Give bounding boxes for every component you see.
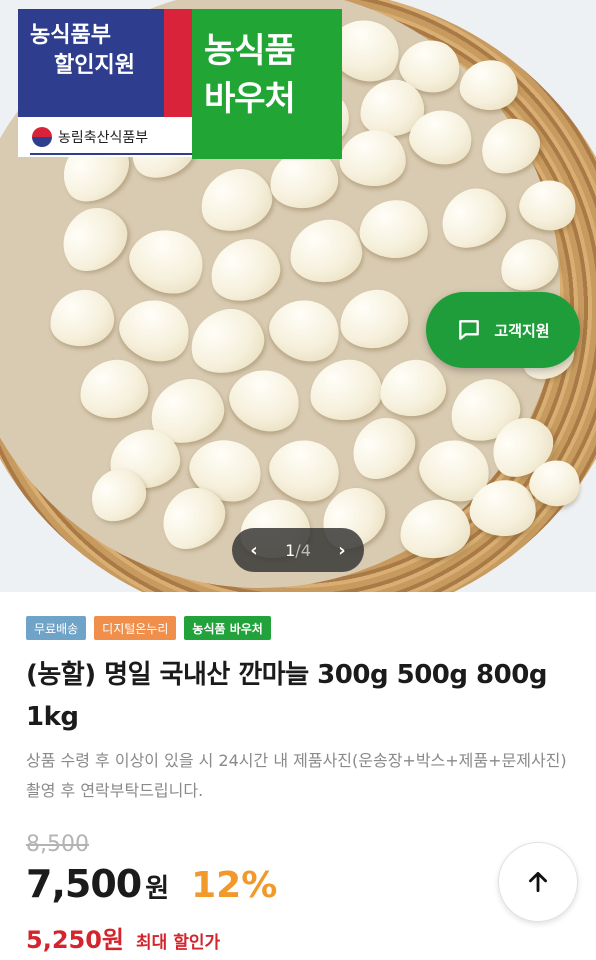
- discount-support-badge: 농식품부 할인지원: [18, 9, 164, 117]
- voucher-badge: 농식품 바우처: [192, 9, 342, 159]
- badge-divider: [164, 9, 192, 117]
- voucher-tag: 농식품 바우처: [184, 616, 271, 640]
- badge-line: 농식품: [204, 31, 296, 71]
- product-image-carousel[interactable]: 농식품부 할인지원 농식품 바우처 농림축산식품부 고객지원 ‹ 1/4 ›: [0, 0, 596, 592]
- discount-rate: 12%: [191, 865, 278, 906]
- page-indicator: 1/4: [285, 541, 311, 560]
- taeguk-icon: [32, 127, 52, 147]
- max-discount-row: 5,250원 최대 할인가: [26, 920, 220, 955]
- original-price: 8,500: [26, 832, 89, 857]
- ministry-name: 농림축산식품부: [58, 130, 149, 146]
- badge-line: 바우처: [204, 79, 296, 119]
- ministry-logo: 농림축산식품부: [18, 117, 192, 157]
- chat-bubble-icon: [459, 320, 480, 340]
- digital-onnuri-tag: 디지털온누리: [94, 616, 177, 640]
- sale-price: 7,500: [26, 862, 142, 906]
- image-pager: ‹ 1/4 ›: [232, 528, 364, 572]
- chevron-right-icon[interactable]: ›: [334, 540, 350, 561]
- max-discount-price: 5,250원: [26, 926, 124, 954]
- max-discount-label: 최대 할인가: [136, 933, 221, 953]
- scroll-to-top-button[interactable]: [498, 842, 578, 922]
- currency-unit: 원: [145, 874, 170, 904]
- badge-line: 할인지원: [54, 53, 135, 78]
- tag-list: 무료배송 디지털온누리 농식품 바우처: [26, 616, 271, 640]
- sale-price-row: 7,500 원 12%: [26, 862, 277, 906]
- total-pages: 4: [300, 540, 311, 560]
- customer-support-button[interactable]: 고객지원: [426, 292, 580, 368]
- product-title: (농할) 명일 국내산 깐마늘 300g 500g 800g 1kg: [26, 660, 547, 732]
- arrow-up-icon: [529, 871, 547, 893]
- chevron-left-icon[interactable]: ‹: [246, 540, 262, 561]
- divider: [30, 153, 192, 155]
- current-page: 1: [285, 540, 296, 560]
- customer-support-label: 고객지원: [494, 321, 550, 340]
- free-shipping-tag: 무료배송: [26, 616, 87, 640]
- product-description: 상품 수령 후 이상이 있을 시 24시간 내 제품사진(운송장+박스+제품+문…: [26, 751, 567, 800]
- badge-line: 농식품부: [30, 23, 111, 48]
